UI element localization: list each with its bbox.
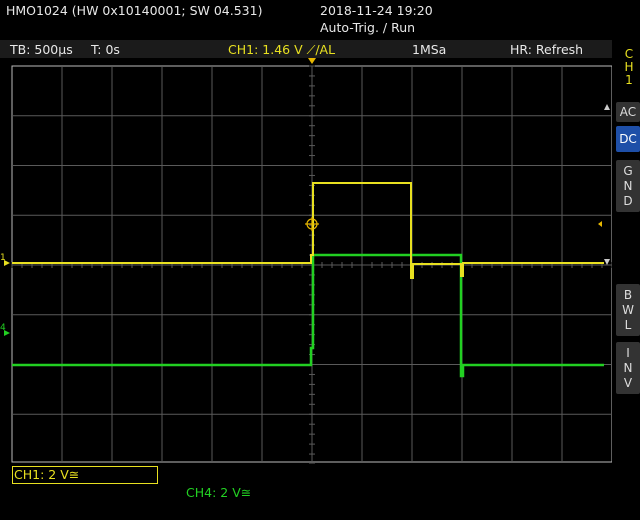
ch1-offset-arrow-icon [604,259,610,265]
ch1-settings-box[interactable]: CH1: 2 V≅ [12,466,158,484]
inv-letter: I [626,346,630,360]
gnd-letter: G [623,164,633,178]
ch4-marker-label: 4 [0,323,6,333]
side-menu: C H 1 AC DC G N D B W L I N V [616,40,640,480]
ch1-trace [12,182,604,279]
trigger-info[interactable]: CH1: 1.46 V ⟋/AL [228,42,335,58]
bwl-letter: B [623,288,633,302]
title-bar: HMO1024 (HW 0x10140001; SW 04.531) 2018-… [0,0,640,38]
bwl-letter: W [622,303,634,317]
coupling-ac-button[interactable]: AC [616,102,640,122]
ch1-scale: CH1: 2 V≅ [14,467,80,482]
status-bar: TB: 500µs T: 0s CH1: 1.46 V ⟋/AL 1MSa HR… [0,40,612,58]
trigger-time[interactable]: T: 0s [91,42,120,57]
acquisition-mode: Auto-Trig. / Run [320,20,416,35]
traces [12,182,604,378]
device-info: HMO1024 (HW 0x10140001; SW 04.531) [6,3,263,18]
gnd-letter: D [623,194,633,208]
sample-rate[interactable]: 1MSa [412,42,446,57]
gnd-letter: N [623,179,633,193]
trigger-point-marker[interactable] [305,217,319,231]
hr-mode[interactable]: HR: Refresh [510,42,583,57]
datetime: 2018-11-24 19:20 [320,3,433,18]
inv-letter: V [623,376,633,390]
ch1-marker-label: 1 [0,253,6,263]
ch4-scale[interactable]: CH4: 2 V≅ [186,485,251,500]
ch4-trace [12,253,604,378]
waveform-display: 1 4 [0,58,612,464]
channel-indicator: C H 1 [622,48,636,87]
coupling-gnd-button[interactable]: G N D [616,160,640,212]
timebase[interactable]: TB: 500µs [10,42,73,57]
inv-letter: N [623,361,633,375]
channel-number: 1 [625,73,633,87]
trigger-level-marker[interactable] [598,221,602,227]
scroll-up-icon[interactable] [604,104,610,110]
coupling-dc-button[interactable]: DC [616,126,640,152]
invert-button[interactable]: I N V [616,342,640,394]
trigger-position-marker[interactable] [308,58,316,64]
bwl-button[interactable]: B W L [616,284,640,336]
bwl-letter: L [624,318,632,332]
